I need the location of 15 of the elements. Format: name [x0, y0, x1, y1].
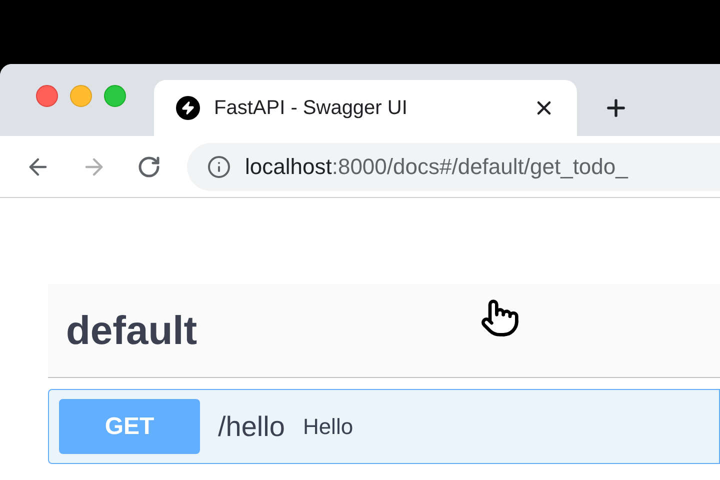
address-bar[interactable]: localhost:8000/docs#/default/get_todo_ — [187, 142, 720, 190]
lightning-bolt-icon — [176, 96, 200, 120]
endpoint-path: /hello — [218, 410, 285, 444]
section-title: default — [66, 308, 198, 354]
info-icon[interactable] — [207, 154, 231, 178]
close-window-icon[interactable] — [36, 85, 58, 107]
operation-row[interactable]: GET /hello Hello — [48, 389, 720, 464]
tab-title: FastAPI - Swagger UI — [214, 96, 408, 121]
section-header[interactable]: default — [48, 284, 720, 378]
endpoint-summary: Hello — [302, 413, 354, 441]
hand-cursor-icon — [480, 298, 520, 338]
browser-tab[interactable]: FastAPI - Swagger UI — [154, 80, 577, 136]
url-text: localhost:8000/docs#/default/get_todo_ — [245, 153, 628, 181]
reload-icon[interactable] — [137, 154, 161, 178]
method-badge: GET — [59, 399, 200, 454]
